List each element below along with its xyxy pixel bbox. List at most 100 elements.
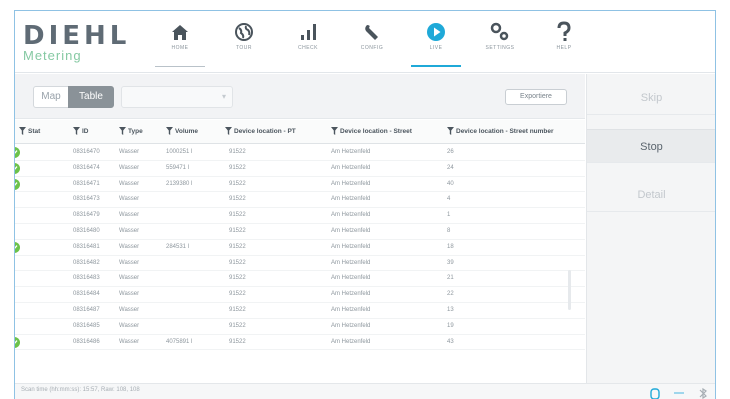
bluetooth-signal-icon: [699, 388, 707, 399]
status-ok-icon: [15, 241, 20, 253]
cell-pt: 91522: [229, 259, 246, 266]
cell-street: Am Hetzenfeld: [331, 180, 371, 187]
table-view-button[interactable]: Table: [68, 86, 114, 108]
cell-num: 8: [447, 227, 451, 234]
table-row[interactable]: 08316484 Wasser 91522 Am Hetzenfeld 22: [15, 287, 585, 303]
column-header-label: Volume: [175, 128, 198, 135]
skip-button[interactable]: Skip: [587, 81, 715, 115]
nav-live[interactable]: LIVE: [407, 19, 465, 69]
nav-home[interactable]: HOME: [151, 19, 209, 69]
cell-num: 39: [447, 259, 454, 266]
filter-dropdown[interactable]: ▾: [121, 86, 233, 108]
meter-table: Stat ID Type Volume Device location - PT Devi…: [15, 120, 585, 382]
map-view-button[interactable]: Map: [33, 86, 69, 108]
action-panel: Skip Stop Detail: [586, 74, 715, 384]
cell-type: Wasser: [119, 322, 140, 329]
cell-num: 22: [447, 291, 454, 298]
filter-icon[interactable]: [19, 127, 26, 136]
table-row[interactable]: 08316473 Wasser 91522 Am Hetzenfeld 4: [15, 192, 585, 209]
column-header[interactable]: Device location - PT: [225, 120, 296, 144]
filter-icon[interactable]: [119, 127, 126, 136]
table-row[interactable]: 08316474 Wasser 559471 l 91522 Am Hetzenfeld…: [15, 161, 585, 177]
table-row[interactable]: 08316470 Wasser 1000251 l 91522 Am Hetzenfel…: [15, 145, 585, 161]
table-row[interactable]: 08316486 Wasser 4075891 l 91522 Am Hetzenfel…: [15, 335, 585, 351]
status-ok-icon: [15, 162, 20, 174]
table-row[interactable]: 08316471 Wasser 2139380 l 91522 Am Hetzenfel…: [15, 177, 585, 193]
cell-pt: 91522: [229, 322, 246, 329]
nav-settings[interactable]: SETTINGS: [471, 19, 529, 69]
cell-street: Am Hetzenfeld: [331, 243, 371, 250]
nav-settings-label: SETTINGS: [485, 45, 515, 51]
column-header-label: Device location - Street: [340, 128, 412, 135]
cell-id: 08316470: [73, 149, 100, 155]
filter-icon[interactable]: [447, 127, 454, 136]
table-row[interactable]: 08316483 Wasser 91522 Am Hetzenfeld 21: [15, 271, 585, 288]
table-row[interactable]: 08316482 Wasser 91522 Am Hetzenfeld 39: [15, 256, 585, 272]
nav-config[interactable]: CONFIG: [343, 19, 401, 69]
cell-num: 18: [447, 243, 454, 250]
cell-street: Am Hetzenfeld: [331, 306, 371, 313]
column-header[interactable]: Volume: [166, 120, 198, 144]
play-icon: [427, 23, 445, 41]
column-header[interactable]: Type: [119, 120, 143, 144]
filter-icon[interactable]: [331, 127, 338, 136]
column-header-label: ID: [82, 128, 89, 135]
battery-icon: [650, 388, 660, 399]
cell-pt: 91522: [229, 149, 246, 155]
column-header[interactable]: Stat: [19, 120, 40, 144]
stop-button[interactable]: Stop: [587, 129, 715, 163]
cell-type: Wasser: [119, 164, 140, 171]
cell-id: 08316473: [73, 196, 100, 203]
cell-num: 19: [447, 322, 454, 329]
column-header[interactable]: Device location - Street: [331, 120, 412, 144]
cell-num: 40: [447, 180, 454, 187]
cell-num: 13: [447, 306, 454, 313]
cell-type: Wasser: [119, 196, 140, 203]
column-header-label: Stat: [28, 128, 41, 135]
column-header[interactable]: ID: [73, 120, 89, 144]
nav-help[interactable]: HELP: [535, 19, 593, 69]
column-header-label: Type: [128, 128, 143, 135]
table-row[interactable]: 08316485 Wasser 91522 Am Hetzenfeld 19: [15, 319, 585, 335]
cell-volume: 284531 l: [166, 243, 190, 250]
cell-type: Wasser: [119, 243, 140, 250]
cell-id: 08316471: [73, 180, 100, 187]
cell-type: Wasser: [119, 306, 140, 313]
export-button[interactable]: Exportiere: [505, 89, 567, 105]
status-ok-icon: [15, 178, 20, 190]
table-row[interactable]: 08316487 Wasser 91522 Am Hetzenfeld 13: [15, 303, 585, 319]
cell-volume: 1000251 l: [166, 149, 193, 155]
filter-icon[interactable]: [73, 127, 80, 136]
cell-pt: 91522: [229, 196, 246, 203]
table-scrollbar[interactable]: [568, 270, 571, 310]
filter-icon[interactable]: [225, 127, 232, 136]
cell-pt: 91522: [229, 243, 246, 250]
status-icons: [642, 385, 709, 399]
nav-help-label: HELP: [556, 45, 572, 51]
question-icon: [557, 21, 571, 41]
cell-type: Wasser: [119, 338, 140, 345]
table-body: 08316470 Wasser 1000251 l 91522 Am Hetzenfel…: [15, 145, 585, 351]
scan-status-text: Scan time (hh:mm:ss): 15:57, Raw: 108, 1…: [21, 387, 140, 393]
filter-icon[interactable]: [166, 127, 173, 136]
home-icon: [172, 25, 188, 40]
table-row[interactable]: 08316479 Wasser 91522 Am Hetzenfeld 1: [15, 208, 585, 224]
nav-live-label: LIVE: [429, 45, 443, 51]
cell-pt: 91522: [229, 212, 246, 219]
diehl-metering-logo: DIEHL Metering: [23, 23, 130, 63]
detail-button[interactable]: Detail: [587, 178, 715, 212]
column-header[interactable]: Device location - Street number: [447, 120, 554, 144]
wrench-icon: [365, 25, 378, 40]
table-row[interactable]: 08316481 Wasser 284531 l 91522 Am Hetzenfeld…: [15, 240, 585, 256]
view-toolbar: Map Table ▾ Exportiere: [15, 74, 585, 119]
status-ok-icon: [15, 147, 20, 158]
nav-check-label: CHECK: [297, 45, 318, 51]
status-bar: Scan time (hh:mm:ss): 15:57, Raw: 108, 1…: [15, 383, 715, 399]
connection-icon: [673, 392, 684, 395]
cell-id: 08316485: [73, 322, 100, 329]
cell-type: Wasser: [119, 149, 140, 155]
nav-check[interactable]: CHECK: [279, 19, 337, 69]
globe-icon: [235, 23, 253, 41]
nav-tour[interactable]: TOUR: [215, 19, 273, 69]
table-row[interactable]: 08316480 Wasser 91522 Am Hetzenfeld 8: [15, 224, 585, 240]
